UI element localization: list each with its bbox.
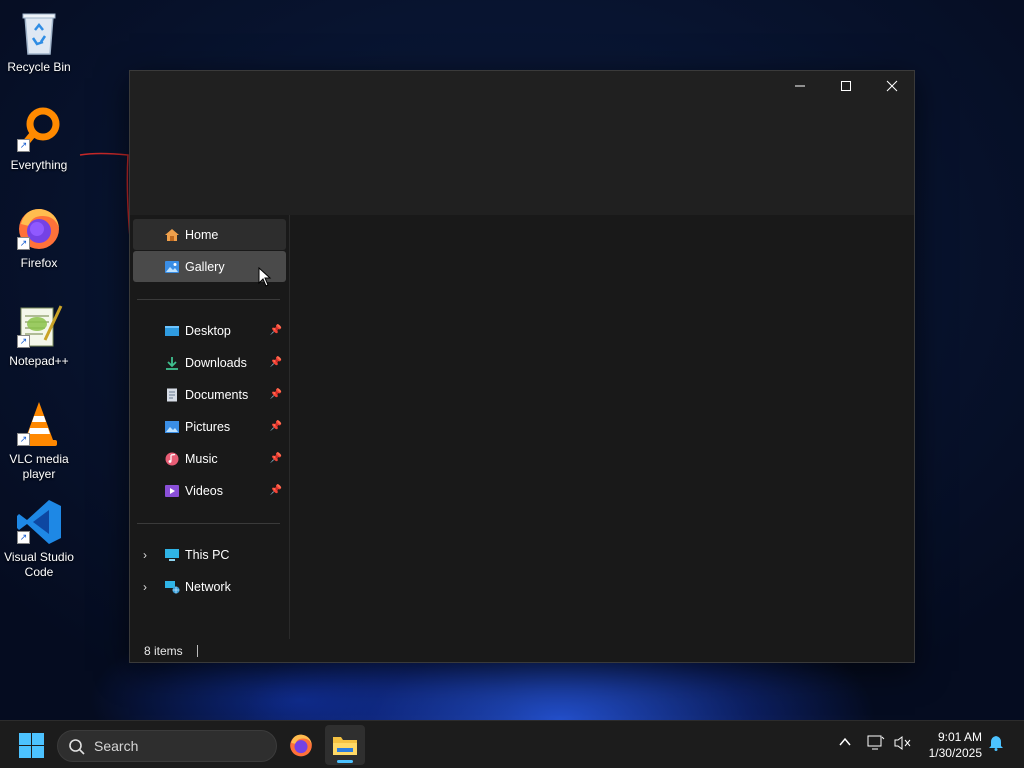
desktop-icon-label: Everything (10, 158, 68, 172)
pin-icon: 📌 (269, 485, 282, 496)
desktop-icon-notepadpp[interactable]: ↗ Notepad++ (0, 302, 78, 369)
nav-item-home[interactable]: Home (133, 219, 286, 250)
title-bar[interactable] (130, 71, 914, 215)
active-app-indicator (337, 760, 353, 763)
nav-item-label: Gallery (185, 259, 225, 274)
mouse-cursor-icon (258, 267, 272, 287)
search-icon (69, 739, 85, 755)
item-count: 8 items (144, 643, 183, 658)
chevron-up-icon[interactable] (838, 735, 852, 752)
nav-item-label: Home (185, 227, 219, 242)
pin-icon: 📌 (269, 389, 282, 400)
desktop-icon-recycle-bin[interactable]: Recycle Bin (0, 8, 78, 75)
minimize-button[interactable] (777, 71, 823, 101)
firefox-icon: ↗ (15, 204, 63, 252)
chevron-right-icon[interactable]: › (143, 580, 147, 594)
status-bar: 8 items (130, 639, 914, 662)
file-explorer-window[interactable]: Home Gallery Desktop 📌 Downloads 📌 Docum… (129, 70, 915, 663)
folder-icon (333, 737, 357, 755)
desktop-icon-label: Recycle Bin (7, 60, 71, 74)
taskbar-clock[interactable]: 9:01 AM 1/30/2025 (929, 729, 982, 761)
taskbar-firefox-button[interactable] (281, 725, 321, 765)
taskbar-file-explorer-button[interactable] (325, 725, 365, 765)
nav-item-label: Downloads (185, 355, 247, 370)
firefox-icon (290, 734, 312, 757)
desktop-icon-label: Firefox (20, 256, 58, 270)
speaker-muted-icon[interactable] (894, 735, 912, 754)
documents-icon (167, 388, 177, 401)
taskbar[interactable]: Search 9:01 AM 1/30/2025 (0, 720, 1024, 768)
network-tray-icon[interactable] (867, 735, 885, 754)
content-pane[interactable] (290, 215, 914, 640)
nav-item-label: Documents (185, 387, 249, 402)
pin-icon: 📌 (269, 421, 282, 432)
desktop-icon-label: Notepad++ (9, 354, 69, 368)
close-button[interactable] (869, 71, 915, 101)
desktop-icon-everything[interactable]: ↗ Everything (0, 106, 78, 173)
pin-icon: 📌 (269, 325, 282, 336)
nav-item-label: Music (185, 451, 218, 466)
recycle-bin-icon (15, 8, 63, 56)
nav-item-label: Videos (185, 483, 223, 498)
nav-item-label: This PC (185, 547, 230, 562)
notepadpp-icon: ↗ (15, 302, 63, 350)
nav-divider (137, 523, 280, 524)
desktop-icon-label: Visual Studio Code (4, 550, 74, 579)
gallery-icon (165, 260, 179, 273)
taskbar-search-box[interactable]: Search (57, 730, 277, 762)
nav-item-label: Desktop (185, 323, 231, 338)
nav-item-music[interactable]: Music 📌 (133, 443, 286, 474)
nav-item-pictures[interactable]: Pictures 📌 (133, 411, 286, 442)
notification-bell-icon[interactable] (988, 735, 1004, 754)
network-icon (165, 580, 180, 593)
desktop-icon-vlc[interactable]: ↗ VLC media player (0, 400, 78, 482)
start-button[interactable] (19, 733, 44, 758)
shortcut-arrow-icon: ↗ (17, 139, 30, 152)
shortcut-arrow-icon: ↗ (17, 335, 30, 348)
pictures-icon (165, 420, 179, 433)
downloads-icon (166, 356, 178, 370)
nav-item-label: Pictures (185, 419, 231, 434)
desktop-icon (165, 325, 179, 336)
nav-item-videos[interactable]: Videos 📌 (133, 475, 286, 506)
music-icon (165, 452, 179, 465)
status-divider (196, 644, 198, 657)
minimize-icon (795, 85, 805, 87)
home-icon (165, 228, 179, 241)
chevron-right-icon[interactable]: › (143, 548, 147, 562)
desktop-icon-vscode[interactable]: ↗ Visual Studio Code (0, 498, 78, 580)
close-icon (886, 80, 898, 92)
vscode-icon: ↗ (15, 498, 63, 546)
maximize-icon (841, 81, 851, 91)
videos-icon (165, 484, 179, 497)
shortcut-arrow-icon: ↗ (17, 237, 30, 250)
nav-divider (137, 299, 280, 300)
desktop-icon-firefox[interactable]: ↗ Firefox (0, 204, 78, 271)
pin-icon: 📌 (269, 357, 282, 368)
computer-icon (165, 548, 179, 561)
nav-item-this-pc[interactable]: › This PC (133, 539, 286, 570)
clock-date: 1/30/2025 (928, 746, 982, 760)
nav-item-documents[interactable]: Documents 📌 (133, 379, 286, 410)
desktop-icon-label: VLC media player (9, 452, 69, 481)
everything-icon: ↗ (15, 106, 63, 154)
maximize-button[interactable] (823, 71, 869, 101)
shortcut-arrow-icon: ↗ (17, 433, 30, 446)
search-placeholder: Search (94, 738, 139, 754)
nav-item-label: Network (185, 579, 231, 594)
nav-item-network[interactable]: › Network (133, 571, 286, 602)
pin-icon: 📌 (269, 453, 282, 464)
nav-item-downloads[interactable]: Downloads 📌 (133, 347, 286, 378)
clock-time: 9:01 AM (937, 730, 982, 744)
vlc-icon: ↗ (15, 400, 63, 448)
windows-logo-icon (19, 733, 31, 745)
nav-item-desktop[interactable]: Desktop 📌 (133, 315, 286, 346)
shortcut-arrow-icon: ↗ (17, 531, 30, 544)
